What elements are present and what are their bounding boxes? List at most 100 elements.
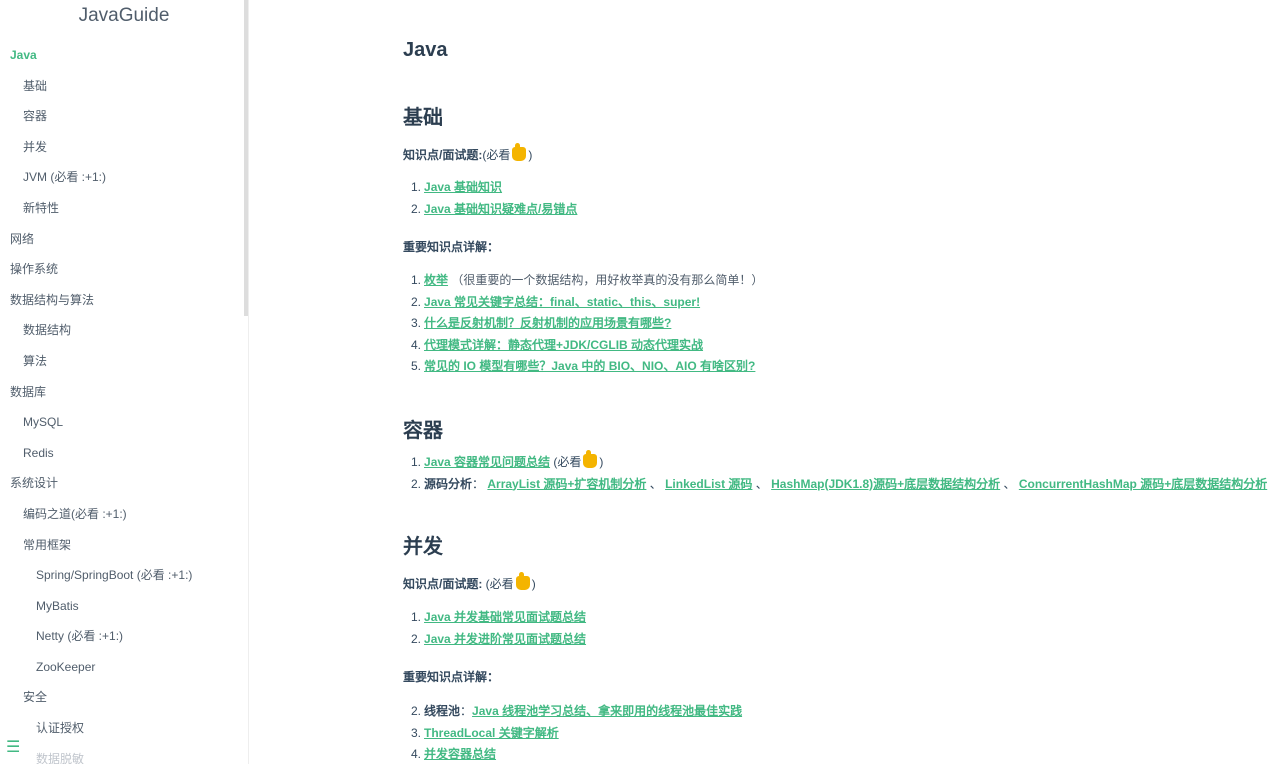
list-item: 5. 常见的 IO 模型有哪些？Java 中的 BIO、NIO、AIO 有啥区别?: [411, 356, 763, 378]
sidebar-item-redis[interactable]: Redis: [0, 438, 248, 469]
link-hashmap-source[interactable]: HashMap(JDK1.8)源码+底层数据结构分析: [771, 477, 1000, 491]
sidebar-item-algorithms[interactable]: 算法: [0, 346, 248, 377]
sidebar-item-zookeeper[interactable]: ZooKeeper: [0, 652, 248, 683]
container-faq-suffix-open: (必看: [550, 455, 582, 469]
sidebar-item-data-structures[interactable]: 数据结构: [0, 315, 248, 346]
page-title: Java: [403, 39, 448, 61]
thumbs-up-icon: [515, 572, 530, 590]
sidebar-item-security[interactable]: 安全: [0, 682, 248, 713]
sidebar-item-os[interactable]: 操作系统: [0, 254, 248, 285]
main-content: Java 基础 知识点/面试题:(必看) 1. Java 基础知识 2. Java …: [403, 0, 1273, 764]
link-io-models[interactable]: 常见的 IO 模型有哪些？Java 中的 BIO、NIO、AIO 有啥区别?: [424, 359, 755, 373]
list-number: 1.: [411, 455, 422, 469]
containers-list: 1. Java 容器常见问题总结 (必看) 2. 源码分析： ArrayList 源…: [411, 450, 1267, 496]
thumbs-up-icon: [583, 450, 598, 468]
basics-intro-suffix-open: (必看: [482, 148, 511, 162]
sidebar-item-mybatis[interactable]: MyBatis: [0, 591, 248, 622]
concurrency-intro-suffix-open: (必看: [482, 577, 514, 591]
link-reflection[interactable]: 什么是反射机制？反射机制的应用场景有哪些?: [424, 316, 671, 330]
separator: ：: [460, 704, 473, 718]
list-item: 1. Java 容器常见问题总结 (必看): [411, 450, 1267, 474]
list-item: 2. 线程池：Java 线程池学习总结、拿来即用的线程池最佳实践: [411, 701, 742, 723]
link-proxy[interactable]: 代理模式详解：静态代理+JDK/CGLIB 动态代理实战: [424, 338, 703, 352]
list-number: 4.: [411, 337, 422, 352]
list-number: 3.: [411, 725, 422, 740]
section-heading-basics: 基础: [403, 107, 443, 129]
concurrency-details-list: 2. 线程池：Java 线程池学习总结、拿来即用的线程池最佳实践 3. Thread…: [411, 701, 742, 764]
sidebar-item-coding-way[interactable]: 编码之道(必看 :+1:): [0, 499, 248, 530]
link-thread-pool[interactable]: Java 线程池学习总结、拿来即用的线程池最佳实践: [472, 704, 742, 718]
sidebar-item-netty[interactable]: Netty (必看 :+1:): [0, 621, 248, 652]
concurrency-details-label: 重要知识点详解：: [403, 668, 499, 685]
thread-pool-label: 线程池: [424, 704, 461, 718]
thumbs-up-icon: [512, 143, 527, 161]
link-enum[interactable]: 枚举: [424, 273, 448, 287]
basics-intro-label: 知识点/面试题:: [403, 148, 483, 162]
sidebar-item-java[interactable]: Java: [0, 40, 248, 71]
list-item: 4. 代理模式详解：静态代理+JDK/CGLIB 动态代理实战: [411, 335, 763, 357]
list-number: 3.: [411, 316, 422, 330]
concurrency-intro-label: 知识点/面试题:: [403, 577, 483, 591]
section-heading-containers: 容器: [403, 420, 443, 442]
container-faq-suffix-close: ): [599, 455, 604, 469]
basics-details-label: 重要知识点详解：: [403, 238, 499, 255]
list-number: 2.: [411, 476, 422, 491]
concurrency-intro-suffix-close: ): [531, 577, 536, 591]
sidebar-item-auth[interactable]: 认证授权: [0, 713, 248, 744]
link-java-basics-pitfalls[interactable]: Java 基础知识疑难点/易错点: [424, 202, 577, 216]
sidebar-scrollbar[interactable]: [244, 0, 248, 316]
separator: 、: [1000, 476, 1016, 491]
source-analysis-label: 源码分析: [424, 476, 473, 491]
list-number: 2.: [411, 631, 422, 646]
link-concurrent-containers[interactable]: 并发容器总结: [424, 747, 496, 761]
list-number: 1.: [411, 610, 422, 624]
list-number: 4.: [411, 747, 422, 761]
concurrency-list: 1. Java 并发基础常见面试题总结 2. Java 并发进阶常见面试题总结: [411, 607, 586, 650]
link-arraylist-source[interactable]: ArrayList 源码+扩容机制分析: [487, 477, 646, 491]
basics-details-list: 1. 枚举 （很重要的一个数据结构，用好枚举真的没有那么简单！） 2. Java 常…: [411, 270, 763, 378]
list-item: 3. 什么是反射机制？反射机制的应用场景有哪些?: [411, 313, 763, 335]
link-container-faq[interactable]: Java 容器常见问题总结: [424, 455, 550, 469]
link-threadlocal[interactable]: ThreadLocal 关键字解析: [424, 726, 559, 740]
sidebar-item-network[interactable]: 网络: [0, 224, 248, 255]
sidebar-item-frameworks[interactable]: 常用框架: [0, 530, 248, 561]
basics-list: 1. Java 基础知识 2. Java 基础知识疑难点/易错点: [411, 177, 577, 220]
sidebar-item-database[interactable]: 数据库: [0, 377, 248, 408]
link-concurrenthashmap-source[interactable]: ConcurrentHashMap 源码+底层数据结构分析: [1019, 477, 1267, 491]
list-item: 1. Java 基础知识: [411, 177, 577, 199]
list-item: 4. 并发容器总结: [411, 744, 742, 764]
enum-note: （很重要的一个数据结构，用好枚举真的没有那么简单！）: [448, 273, 764, 287]
link-keywords[interactable]: Java 常见关键字总结：final、static、this、super!: [424, 295, 700, 309]
sidebar-item-concurrency[interactable]: 并发: [0, 132, 248, 163]
sidebar-item-ds-algo[interactable]: 数据结构与算法: [0, 285, 248, 316]
app-name[interactable]: JavaGuide: [0, 0, 248, 32]
sidebar-item-new-features[interactable]: 新特性: [0, 193, 248, 224]
sidebar-item-containers[interactable]: 容器: [0, 101, 248, 132]
separator: 、: [646, 476, 662, 491]
list-number: 2.: [411, 294, 422, 309]
sidebar-item-spring[interactable]: Spring/SpringBoot (必看 :+1:): [0, 560, 248, 591]
basics-intro-suffix-close: ): [528, 148, 533, 162]
basics-details-text: 重要知识点详解：: [403, 240, 500, 254]
link-concurrency-basics[interactable]: Java 并发基础常见面试题总结: [424, 610, 586, 624]
section-heading-concurrency: 并发: [403, 536, 443, 558]
hamburger-icon[interactable]: ☰: [6, 740, 22, 756]
link-java-basics[interactable]: Java 基础知识: [424, 180, 502, 194]
list-item: 1. 枚举 （很重要的一个数据结构，用好枚举真的没有那么简单！）: [411, 270, 763, 292]
link-linkedlist-source[interactable]: LinkedList 源码: [665, 477, 752, 491]
sidebar-item-basics[interactable]: 基础: [0, 71, 248, 102]
sidebar-item-system-design[interactable]: 系统设计: [0, 468, 248, 499]
link-concurrency-advanced[interactable]: Java 并发进阶常见面试题总结: [424, 632, 586, 646]
sidebar-item-jvm[interactable]: JVM (必看 :+1:): [0, 162, 248, 193]
list-item: 3. ThreadLocal 关键字解析: [411, 723, 742, 745]
list-number: 1.: [411, 180, 422, 194]
separator: 、: [752, 476, 768, 491]
concurrency-intro: 知识点/面试题: (必看): [403, 572, 536, 592]
separator: ：: [472, 476, 488, 491]
sidebar-item-data-masking[interactable]: 数据脱敏: [0, 744, 248, 764]
sidebar-nav: Java 基础 容器 并发 JVM (必看 :+1:) 新特性 网络 操作系统 …: [0, 40, 248, 764]
list-item: 2. 源码分析： ArrayList 源码+扩容机制分析 、 LinkedList…: [411, 474, 1267, 496]
concurrency-details-text: 重要知识点详解：: [403, 670, 500, 684]
list-item: 1. Java 并发基础常见面试题总结: [411, 607, 586, 629]
sidebar-item-mysql[interactable]: MySQL: [0, 407, 248, 438]
